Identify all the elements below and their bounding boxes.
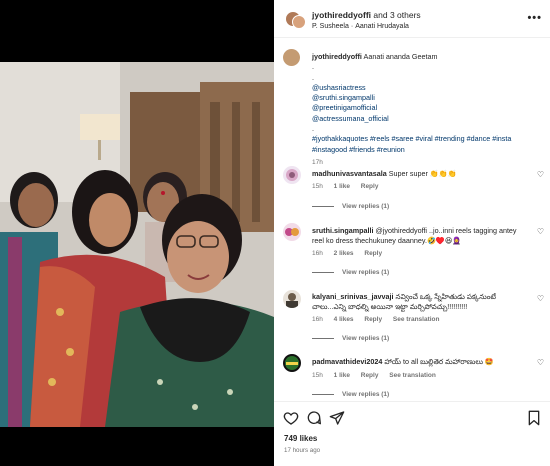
post-authors: jyothireddyoffi and 3 others (312, 10, 421, 20)
comment-time[interactable]: 16h (312, 250, 323, 257)
comment-meta: 15h 1 like Reply (312, 183, 387, 190)
post-image[interactable] (0, 62, 274, 427)
caption-text: Aanati ananda Geetam (363, 52, 438, 61)
comment-meta: 16h 4 likes Reply See translation (312, 316, 449, 323)
comment-body: padmavathidevi2024 హాయ్ to all బుల్లితెర… (312, 357, 526, 367)
post-actions-bar (274, 401, 550, 433)
replies-line (312, 205, 334, 207)
mention-link[interactable]: @preetinigamofficial (312, 103, 542, 113)
comment-time[interactable]: 16h (312, 316, 323, 323)
post-header: jyothireddyoffi and 3 others P. Susheela… (274, 0, 550, 38)
heart-icon[interactable] (283, 410, 299, 426)
reply-button[interactable]: Reply (361, 183, 379, 190)
view-replies-label: View replies (1) (342, 391, 390, 398)
view-replies-button[interactable]: View replies (1) (312, 391, 389, 398)
comment-meta: 16h 2 likes Reply (312, 250, 391, 257)
comment-text: హాయ్ to all బుల్లితెర మహారాణులు 🤩 (384, 357, 494, 366)
view-replies-label: View replies (1) (342, 269, 390, 276)
replies-line (312, 271, 334, 273)
heart-icon[interactable]: ♡ (537, 358, 544, 367)
commenter-avatar[interactable] (283, 354, 301, 372)
caption-username[interactable]: jyothireddyoffi (312, 52, 362, 61)
replies-line (312, 393, 334, 395)
view-replies-button[interactable]: View replies (1) (312, 335, 389, 342)
comment-meta: 15h 1 like Reply See translation (312, 372, 445, 379)
caption-dot: . (312, 124, 314, 134)
bookmark-icon[interactable] (526, 410, 542, 426)
comment-username[interactable]: madhunivasvantasala (312, 169, 387, 178)
comment-username[interactable]: padmavathidevi2024 (312, 357, 382, 366)
post-side-panel: jyothireddyoffi and 3 others P. Susheela… (274, 0, 550, 466)
mention-link[interactable]: @actressumana_official (312, 114, 542, 124)
view-replies-label: View replies (1) (342, 335, 390, 342)
view-replies-button[interactable]: View replies (1) (312, 203, 389, 210)
author-username[interactable]: jyothireddyoffi (312, 10, 371, 20)
mention-link[interactable]: @ushasriactress (312, 83, 542, 93)
collaborators-label[interactable]: and 3 others (373, 10, 420, 20)
commenter-avatar[interactable] (283, 290, 301, 308)
hashtag-links[interactable]: #jyothakkaquotes #reels #saree #viral #t… (312, 134, 511, 153)
heart-icon[interactable]: ♡ (537, 227, 544, 236)
audio-artist: P. Susheela (312, 23, 349, 30)
replies-line (312, 337, 334, 339)
comment-body: sruthi.singampalli @jyothireddyoffi ..jo… (312, 226, 526, 246)
group-selfie-photo (0, 62, 274, 427)
audio-separator: · (350, 23, 354, 30)
commenter-avatar[interactable] (283, 223, 301, 241)
view-replies-label: View replies (1) (342, 203, 390, 210)
comment-username[interactable]: sruthi.singampalli (312, 226, 374, 235)
audio-info[interactable]: P. Susheela · Aanati Hrudayala (312, 23, 409, 30)
reply-button[interactable]: Reply (361, 372, 379, 379)
comment-likes[interactable]: 1 like (334, 183, 350, 190)
heart-icon[interactable]: ♡ (537, 294, 544, 303)
comment-time[interactable]: 15h (312, 372, 323, 379)
comment-body: kalyani_srinivas_javvaji నవ్వించే ఒక్క స… (312, 292, 526, 312)
comments-scroll-area[interactable]: jyothireddyoffi Aanati ananda Geetam . .… (274, 39, 550, 401)
post-caption: jyothireddyoffi Aanati ananda Geetam . .… (312, 52, 542, 168)
mention-link[interactable]: @sruthi.singampalli (312, 93, 542, 103)
post-timestamp[interactable]: 17 hours ago (284, 447, 320, 454)
reply-button[interactable]: Reply (364, 316, 382, 323)
caption-dot: . (312, 72, 314, 82)
comment-likes[interactable]: 1 like (334, 372, 350, 379)
view-replies-button[interactable]: View replies (1) (312, 269, 389, 276)
comment-time[interactable]: 15h (312, 183, 323, 190)
more-horizontal-icon[interactable]: ••• (527, 12, 542, 24)
share-icon[interactable] (329, 410, 345, 426)
post-viewer: jyothireddyoffi and 3 others P. Susheela… (0, 0, 550, 466)
caption-timestamp[interactable]: 17h (312, 158, 542, 168)
comment-username[interactable]: kalyani_srinivas_javvaji (312, 292, 394, 301)
comment-text: Super super 👏👏👏 (388, 169, 457, 178)
comment-icon[interactable] (306, 410, 322, 426)
audio-title: Aanati Hrudayala (355, 23, 409, 30)
see-translation-button[interactable]: See translation (389, 372, 436, 379)
comment-body: madhunivasvantasala Super super 👏👏👏 (312, 169, 526, 179)
comment-likes[interactable]: 2 likes (334, 250, 354, 257)
likes-count[interactable]: 749 likes (284, 434, 317, 443)
commenter-avatar[interactable] (283, 166, 301, 184)
collaborator-avatar[interactable] (292, 15, 306, 29)
caption-avatar[interactable] (283, 49, 300, 66)
heart-icon[interactable]: ♡ (537, 170, 544, 179)
reply-button[interactable]: Reply (364, 250, 382, 257)
see-translation-button[interactable]: See translation (393, 316, 440, 323)
caption-dot: . (312, 62, 314, 72)
comment-likes[interactable]: 4 likes (334, 316, 354, 323)
